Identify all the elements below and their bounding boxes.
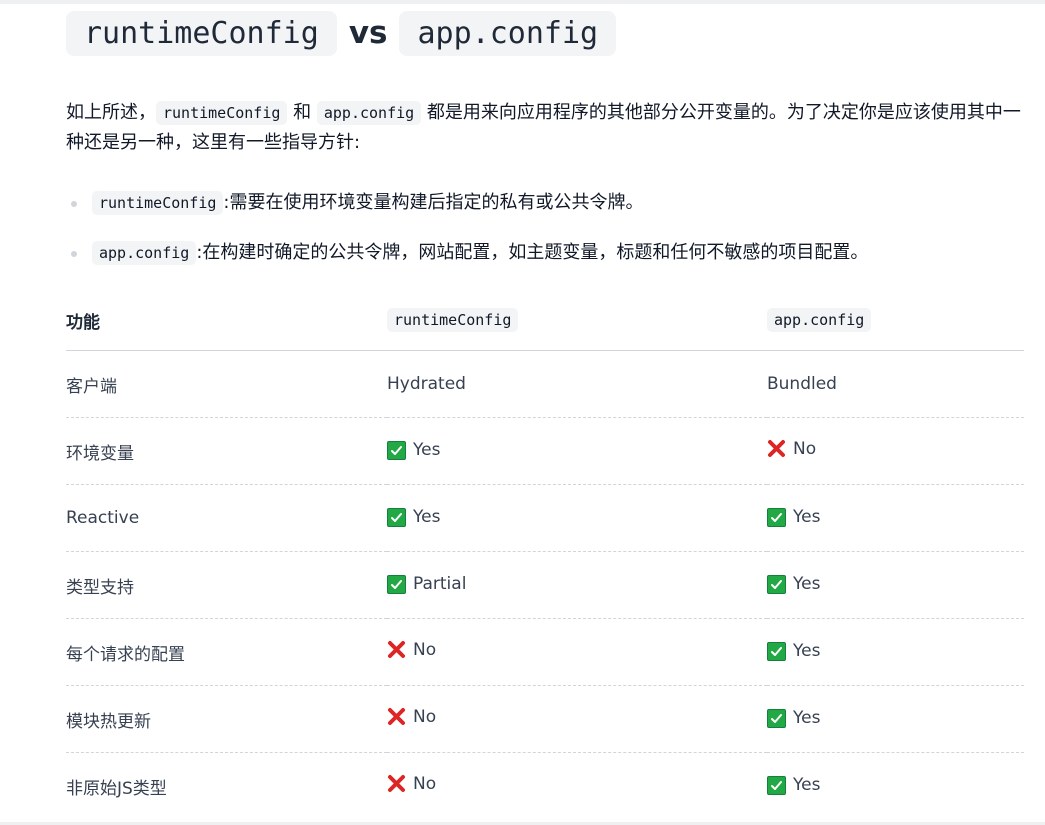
cell-runtime: Yes [387,484,767,552]
cell-value: No [387,774,436,794]
cell-feature: Reactive [66,484,387,552]
cell-text: No [413,773,437,794]
header-appconfig: app.config [767,290,1024,351]
cell-text: Yes [793,641,821,662]
table-body: 客户端 Hydrated Bundled 环境变量 Yes No Reactive Yes Ye… [66,350,1024,820]
check-icon [767,574,786,594]
intro-and: 和 [287,102,317,123]
cell-value: Yes [767,775,820,795]
cell-runtime: Hydrated [387,350,767,418]
table-row: 环境变量 Yes No [66,417,1024,485]
cross-icon [388,641,405,659]
cell-value: No [387,707,436,727]
cell-value: Hydrated [387,374,466,394]
cell-text: No [793,438,817,459]
cell-value: Yes [767,574,820,594]
cell-value: Bundled [767,374,837,394]
cell-text: Yes [793,708,821,729]
table-row: 非原始JS类型 No Yes [66,753,1024,820]
cell-runtime: No [387,753,767,820]
cross-icon [388,708,405,726]
cell-feature: 类型支持 [66,551,387,619]
cell-text: Partial [413,574,467,595]
cell-text: No [413,639,437,660]
header-appconfig-code: app.config [767,308,872,332]
cell-value: No [767,439,816,459]
check-icon [767,708,786,728]
bullet-text: :需要在使用环境变量构建后指定的私有或公共令牌。 [223,192,644,213]
cell-value: Yes [767,708,820,728]
cross-icon [768,440,785,458]
cell-text: Yes [793,574,821,595]
cell-value: Yes [387,440,440,460]
bullet-code: app.config [92,241,197,265]
cell-app: Yes [767,618,1024,686]
cell-app: Yes [767,685,1024,753]
cell-app: Bundled [767,350,1024,418]
intro-prefix: 如上所述， [66,102,156,123]
cell-feature: 客户端 [66,350,387,418]
cell-value: Yes [387,507,440,527]
section-heading: runtimeConfig vs app.config [66,6,1024,60]
header-runtimeconfig: runtimeConfig [387,290,767,351]
cell-text: Yes [413,507,441,528]
cell-text: Yes [793,507,821,528]
cell-text: No [413,706,437,727]
cell-app: No [767,417,1024,485]
intro-paragraph: 如上所述， runtimeConfig 和 app.config 都是用来向应用程… [66,98,1024,157]
cell-app: Yes [767,753,1024,820]
table-header-row: 功能 runtimeConfig app.config [66,290,1024,351]
cell-text: Yes [793,775,821,796]
cell-runtime: Yes [387,417,767,485]
check-icon [387,440,406,460]
intro-code-runtimeconfig: runtimeConfig [156,101,288,125]
check-icon [387,574,406,594]
bullet-dot [71,201,77,207]
table-row: Reactive Yes Yes [66,484,1024,552]
header-runtimeconfig-code: runtimeConfig [387,308,519,332]
cell-text: Hydrated [387,374,466,394]
intro-code-appconfig: app.config [316,101,422,125]
cell-value: Yes [767,641,820,661]
header-feature: 功能 [66,290,387,351]
heading-code-appconfig: app.config [399,10,617,56]
cell-value: No [387,640,436,660]
check-icon [767,641,786,661]
guideline-list: runtimeConfig:需要在使用环境变量构建后指定的私有或公共令牌。 ap… [66,190,1024,266]
table-row: 模块热更新 No Yes [66,685,1024,753]
comparison-table: 功能 runtimeConfig app.config 客户端 Hydrated B… [66,290,1024,819]
heading-vs: vs [348,15,388,51]
heading-code-runtimeconfig: runtimeConfig [66,10,337,56]
cell-feature: 非原始JS类型 [66,778,167,799]
cell-app: Yes [767,551,1024,619]
bullet-code: runtimeConfig [92,191,224,215]
table-row: 客户端 Hydrated Bundled [66,350,1024,418]
cell-runtime: No [387,685,767,753]
cell-text: Bundled [767,374,837,394]
cell-app: Yes [767,484,1024,552]
cell-runtime: Partial [387,551,767,619]
cell-feature: 环境变量 [66,417,387,485]
check-icon [767,507,786,527]
table-row: 类型支持 Partial Yes [66,551,1024,619]
cell-feature: 模块热更新 [66,685,387,753]
list-item: app.config:在构建时确定的公共令牌，网站配置，如主题变量，标题和任何不… [66,240,1024,266]
doc-section: runtimeConfig vs app.config 如上所述， runtime… [66,6,1024,819]
cross-icon [388,775,405,793]
bullet-text: :在构建时确定的公共令牌，网站配置，如主题变量，标题和任何不敏感的项目配置。 [196,242,869,263]
top-divider [0,0,1045,4]
cell-feature: 每个请求的配置 [66,618,387,686]
cell-runtime: No [387,618,767,686]
cell-value: Partial [387,574,466,594]
cell-text: Yes [413,440,441,461]
check-icon [767,775,786,795]
list-item: runtimeConfig:需要在使用环境变量构建后指定的私有或公共令牌。 [66,190,1024,216]
check-icon [387,507,406,527]
cell-value: Yes [767,507,820,527]
bullet-dot [71,251,77,257]
table-row: 每个请求的配置 No Yes [66,618,1024,686]
